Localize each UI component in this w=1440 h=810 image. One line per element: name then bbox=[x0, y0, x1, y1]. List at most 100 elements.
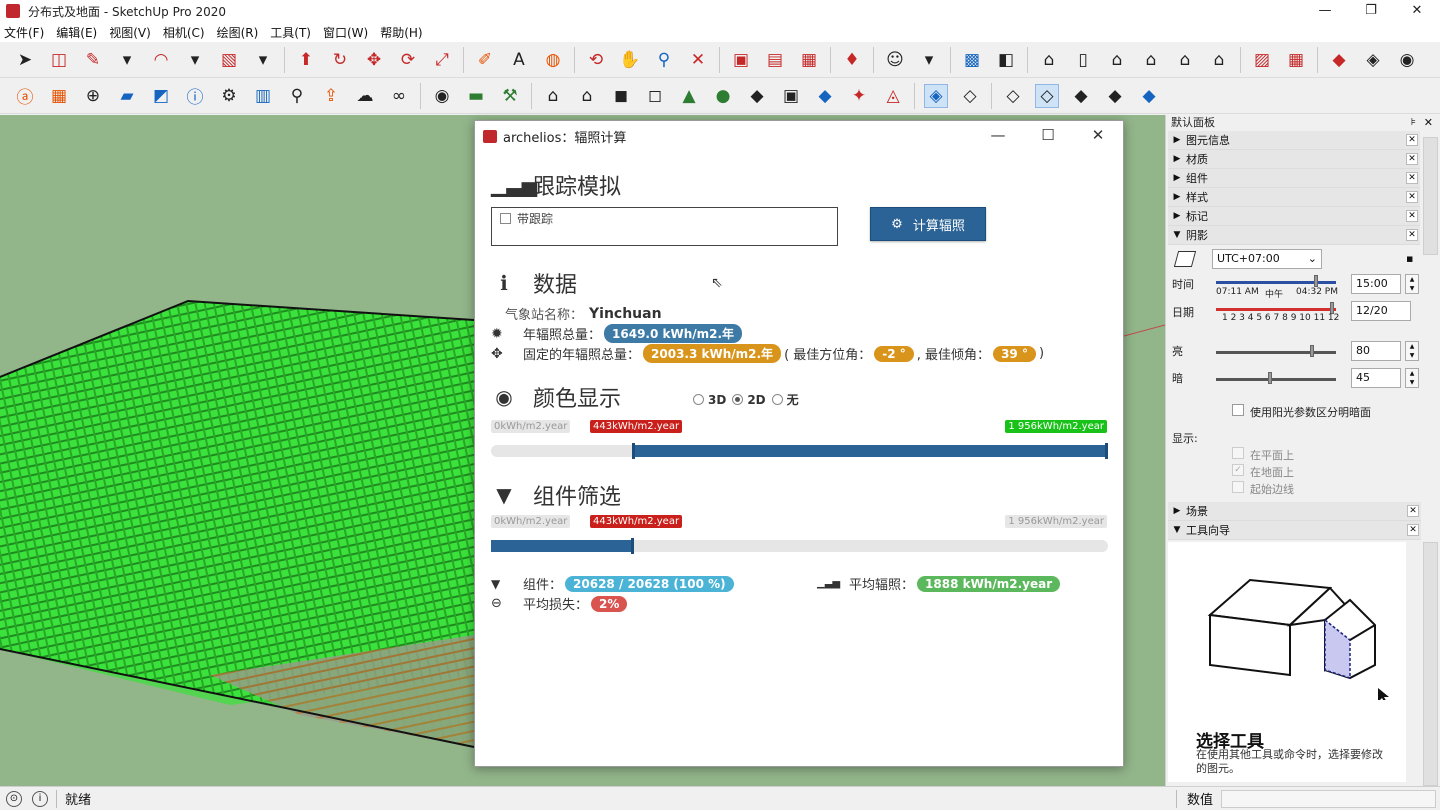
time-slider[interactable] bbox=[1216, 275, 1336, 287]
radio-none[interactable] bbox=[771, 394, 783, 405]
shadow-toggle-icon[interactable] bbox=[1173, 251, 1197, 267]
time-spinner[interactable]: ▲ ▼ bbox=[1405, 274, 1419, 294]
paint-bucket-tool-icon[interactable]: ◍ bbox=[541, 48, 565, 72]
menu-window[interactable]: 窗口(W) bbox=[323, 24, 368, 41]
share-model-icon[interactable]: ▤ bbox=[763, 48, 787, 72]
add-location-icon[interactable]: ▩ bbox=[960, 48, 984, 72]
building-icon[interactable]: ▣ bbox=[779, 84, 803, 108]
measurements-input[interactable] bbox=[1221, 789, 1436, 808]
tray-shadows[interactable]: ▼ 阴影 ✕ bbox=[1168, 226, 1420, 245]
iso-view-icon[interactable]: ⌂ bbox=[1037, 48, 1061, 72]
toggle-terrain-icon[interactable]: ◧ bbox=[994, 48, 1018, 72]
dark-slider[interactable] bbox=[1216, 372, 1336, 384]
select-tool-icon[interactable]: ➤ bbox=[13, 48, 37, 72]
shrub-icon[interactable]: ● bbox=[711, 84, 735, 108]
section-close-icon[interactable]: ✕ bbox=[1406, 134, 1418, 146]
section-close-icon[interactable]: ✕ bbox=[1406, 210, 1418, 222]
pin-icon[interactable]: ⊧ bbox=[1411, 117, 1416, 128]
filter-handle[interactable] bbox=[630, 538, 634, 554]
text-tool-icon[interactable]: A bbox=[507, 48, 531, 72]
dropdown-arrow-icon[interactable]: ▾ bbox=[917, 48, 941, 72]
section-close-icon[interactable]: ✕ bbox=[1406, 172, 1418, 184]
terrain-icon[interactable]: ◆ bbox=[745, 84, 769, 108]
tray-instructor[interactable]: ▼ 工具向导 ✕ bbox=[1168, 521, 1421, 540]
tracking-checkbox[interactable] bbox=[500, 213, 511, 224]
back-edges-style-icon[interactable]: ◆ bbox=[1137, 84, 1161, 108]
minimize-button[interactable]: — bbox=[1302, 0, 1348, 22]
shaded-textures-style-icon[interactable]: ◆ bbox=[1069, 84, 1093, 108]
shovel-icon[interactable]: ⚒ bbox=[498, 84, 522, 108]
date-input[interactable]: 12/20 bbox=[1351, 301, 1411, 321]
zoom-extents-tool-icon[interactable]: ✕ bbox=[686, 48, 710, 72]
tray-entity-info[interactable]: ▶ 图元信息 ✕ bbox=[1168, 131, 1420, 150]
on-faces-checkbox[interactable] bbox=[1232, 447, 1244, 459]
arc-tool-icon[interactable]: ◠ bbox=[149, 48, 173, 72]
roof-icon[interactable]: ⌂ bbox=[575, 84, 599, 108]
hidden-line-style-icon[interactable]: ◇ bbox=[1001, 84, 1025, 108]
radio-3d[interactable] bbox=[693, 394, 704, 405]
tray-scrollbar-top[interactable] bbox=[1423, 137, 1438, 255]
scale-tool-icon[interactable]: ⤢ bbox=[430, 48, 454, 72]
line-tool-icon[interactable]: ✎ bbox=[81, 48, 105, 72]
cube-icon[interactable]: ◻ bbox=[643, 84, 667, 108]
tray-tags[interactable]: ▶ 标记 ✕ bbox=[1168, 207, 1420, 226]
archelios-panels-icon[interactable]: ▦ bbox=[47, 84, 71, 108]
on-ground-checkbox[interactable]: ✓ bbox=[1232, 464, 1244, 476]
right-view-icon[interactable]: ⌂ bbox=[1139, 48, 1163, 72]
details-icon[interactable]: ▪ bbox=[1406, 252, 1413, 265]
settings-gear-icon[interactable]: ⚙ bbox=[217, 84, 241, 108]
tray-scrollbar-bottom[interactable] bbox=[1423, 542, 1438, 786]
dark-spinner[interactable]: ▲ ▼ bbox=[1405, 368, 1419, 388]
credits-info-icon[interactable]: i bbox=[32, 790, 48, 807]
sandbox-contours-icon[interactable]: ▨ bbox=[1250, 48, 1274, 72]
sandbox-scratch-icon[interactable]: ▦ bbox=[1284, 48, 1308, 72]
eye-icon[interactable]: ◉ bbox=[430, 84, 454, 108]
pan-tool-icon[interactable]: ✋ bbox=[618, 48, 642, 72]
tree-icon[interactable]: ▲ bbox=[677, 84, 701, 108]
tape-measure-tool-icon[interactable]: ✐ bbox=[473, 48, 497, 72]
smoove-icon[interactable]: ◆ bbox=[1327, 48, 1351, 72]
top-view-icon[interactable]: ▯ bbox=[1071, 48, 1095, 72]
light-slider-knob[interactable] bbox=[1310, 345, 1314, 357]
left-view-icon[interactable]: ⌂ bbox=[1207, 48, 1231, 72]
solid-box-icon[interactable]: ◼ bbox=[609, 84, 633, 108]
ruler-icon[interactable]: ▬ bbox=[464, 84, 488, 108]
compass-icon[interactable]: ⊕ bbox=[81, 84, 105, 108]
menu-draw[interactable]: 绘图(R) bbox=[217, 24, 259, 41]
extension-warehouse-icon[interactable]: ▦ bbox=[797, 48, 821, 72]
light-spinner[interactable]: ▲ ▼ bbox=[1405, 341, 1419, 361]
orbit-tool-icon[interactable]: ⟲ bbox=[584, 48, 608, 72]
close-button[interactable]: ✕ bbox=[1394, 0, 1440, 22]
filter-slider[interactable] bbox=[491, 538, 1108, 554]
dropdown-arrow-icon[interactable]: ▾ bbox=[115, 48, 139, 72]
section-close-icon[interactable]: ✕ bbox=[1407, 524, 1419, 536]
stamp-icon[interactable]: ◈ bbox=[1361, 48, 1385, 72]
from-edges-checkbox[interactable] bbox=[1232, 481, 1244, 493]
add-panel-icon[interactable]: ▰ bbox=[115, 84, 139, 108]
tray-components[interactable]: ▶ 组件 ✕ bbox=[1168, 169, 1420, 188]
time-slider-knob[interactable] bbox=[1313, 275, 1318, 287]
light-slider[interactable] bbox=[1216, 345, 1336, 357]
shaded-style-icon[interactable]: ◇ bbox=[1035, 83, 1059, 108]
color-range-slider[interactable] bbox=[491, 443, 1108, 459]
tray-close-icon[interactable]: ✕ bbox=[1424, 116, 1433, 129]
menu-file[interactable]: 文件(F) bbox=[4, 24, 44, 41]
house-3d-icon[interactable]: ⌂ bbox=[541, 84, 565, 108]
eraser-tool-icon[interactable]: ◫ bbox=[47, 48, 71, 72]
dark-slider-knob[interactable] bbox=[1268, 372, 1272, 384]
time-input[interactable]: 15:00 bbox=[1351, 274, 1401, 294]
link-icon[interactable]: ∞ bbox=[387, 84, 411, 108]
wireframe-style-icon[interactable]: ◇ bbox=[958, 84, 982, 108]
color-range-high-handle[interactable] bbox=[1105, 443, 1108, 459]
zoom-tool-icon[interactable]: ⚲ bbox=[652, 48, 676, 72]
section-close-icon[interactable]: ✕ bbox=[1406, 191, 1418, 203]
dropdown-arrow-icon[interactable]: ▾ bbox=[251, 48, 275, 72]
date-slider[interactable] bbox=[1216, 302, 1336, 314]
drape-icon[interactable]: ◉ bbox=[1395, 48, 1419, 72]
dialog-close-button[interactable]: ✕ bbox=[1073, 121, 1123, 149]
calendar-chart-icon[interactable]: ▥ bbox=[251, 84, 275, 108]
menu-view[interactable]: 视图(V) bbox=[109, 24, 151, 41]
front-view-icon[interactable]: ⌂ bbox=[1105, 48, 1129, 72]
cloud-icon[interactable]: ☁ bbox=[353, 84, 377, 108]
user-account-icon[interactable]: ☺ bbox=[883, 48, 907, 72]
